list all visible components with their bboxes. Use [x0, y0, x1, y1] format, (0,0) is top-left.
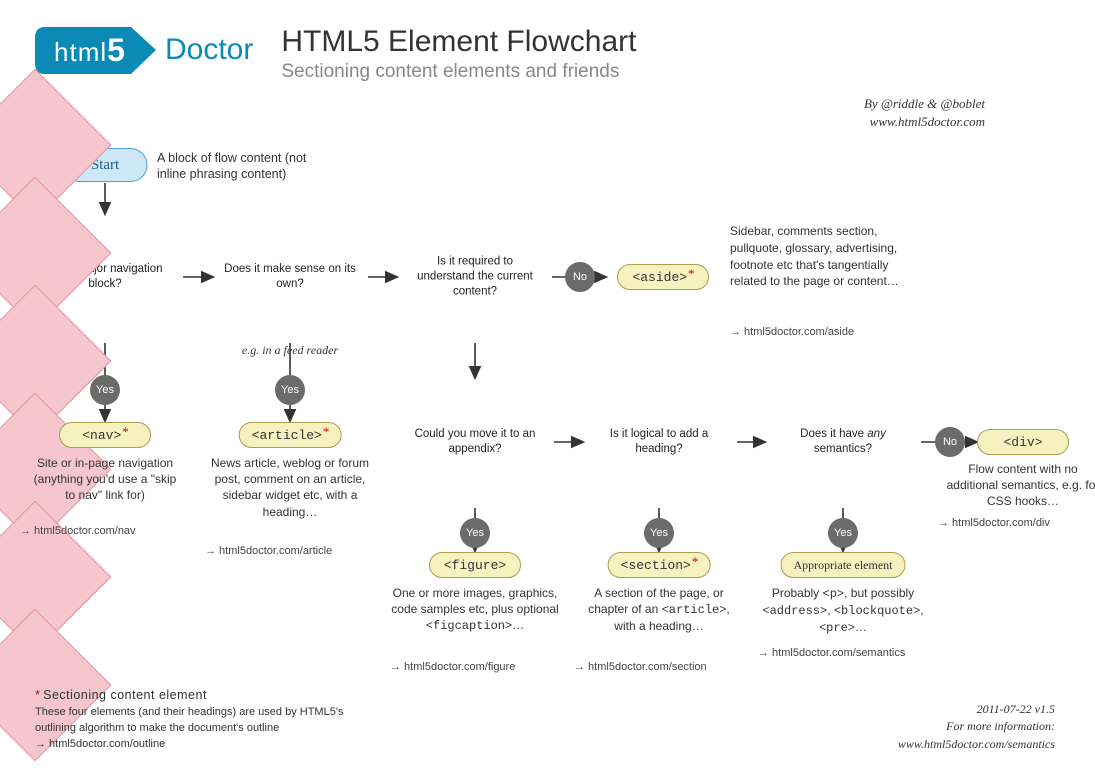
- semantics-link: → html5doctor.com/semantics: [758, 647, 928, 659]
- decision-semantics-label: Does it have any semantics?: [775, 427, 911, 457]
- nav-link: → html5doctor.com/nav: [20, 525, 190, 537]
- logo: html5 Doctor: [35, 25, 253, 75]
- article-yes-badge: Yes: [275, 375, 305, 405]
- decision-aside-label: Is it required to understand the current…: [407, 255, 543, 300]
- footnote-star: *: [35, 687, 40, 702]
- page-subtitle: Sectioning content elements and friends: [281, 61, 636, 83]
- figure-description: One or more images, graphics, code sampl…: [391, 585, 559, 635]
- version-more: For more information:: [898, 718, 1055, 735]
- footnote-title: Sectioning content element: [43, 688, 207, 702]
- flowchart: Start A block of flow content (not inlin…: [35, 145, 1060, 695]
- result-aside: <aside>*: [617, 264, 709, 290]
- byline-authors: By @riddle & @boblet: [864, 95, 985, 113]
- article-description: News article, weblog or forum post, comm…: [208, 455, 373, 520]
- section-description: A section of the page, or chapter of an …: [580, 585, 738, 635]
- logo-mark: html5: [35, 25, 155, 75]
- result-div: <div>: [977, 429, 1069, 455]
- figure-link: → html5doctor.com/figure: [390, 661, 560, 673]
- title-block: HTML5 Element Flowchart Sectioning conte…: [281, 25, 636, 83]
- footnote: * Sectioning content element These four …: [35, 686, 365, 753]
- start-description: A block of flow content (not inline phra…: [157, 150, 332, 183]
- footnote-body: These four elements (and their headings)…: [35, 706, 343, 734]
- version-date: 2011-07-22 v1.5: [898, 701, 1055, 718]
- aside-description: Sidebar, comments section, pullquote, gl…: [730, 223, 905, 290]
- section-link: → html5doctor.com/section: [574, 661, 744, 673]
- footnote-link: → html5doctor.com/outline: [35, 738, 165, 750]
- semantics-no-badge: No: [935, 427, 965, 457]
- semantics-yes-badge: Yes: [828, 518, 858, 548]
- result-section: <section>*: [608, 552, 711, 578]
- version-block: 2011-07-22 v1.5 For more information: ww…: [898, 701, 1055, 753]
- semantics-description: Probably <p>, but possibly <address>, <b…: [759, 585, 927, 637]
- article-annotation: e.g. in a feed reader: [235, 343, 345, 358]
- logo-doctor-text: Doctor: [165, 33, 253, 67]
- byline-url: www.html5doctor.com: [864, 113, 985, 131]
- nav-description: Site or in-page navigation (anything you…: [28, 455, 183, 504]
- page-title: HTML5 Element Flowchart: [281, 25, 636, 59]
- result-figure: <figure>: [429, 552, 521, 578]
- decision-figure-label: Could you move it to an appendix?: [407, 427, 543, 457]
- byline: By @riddle & @boblet www.html5doctor.com: [864, 95, 985, 130]
- result-semantics: Appropriate element: [781, 552, 906, 578]
- div-description: Flow content with no additional semantic…: [946, 461, 1095, 510]
- div-link: → html5doctor.com/div: [938, 517, 1095, 529]
- article-link: → html5doctor.com/article: [205, 545, 375, 557]
- result-nav: <nav>*: [59, 422, 151, 448]
- result-article: <article>*: [239, 422, 342, 448]
- decision-article-label: Does it make sense on its own?: [222, 262, 358, 292]
- figure-yes-badge: Yes: [460, 518, 490, 548]
- header: html5 Doctor HTML5 Element Flowchart Sec…: [35, 25, 1060, 83]
- aside-link: → html5doctor.com/aside: [730, 326, 900, 338]
- section-yes-badge: Yes: [644, 518, 674, 548]
- logo-html-text: html: [54, 37, 107, 67]
- nav-yes-badge: Yes: [90, 375, 120, 405]
- version-url: www.html5doctor.com/semantics: [898, 736, 1055, 753]
- logo-5-text: 5: [107, 32, 126, 68]
- aside-no-badge: No: [565, 262, 595, 292]
- decision-section-label: Is it logical to add a heading?: [591, 427, 727, 457]
